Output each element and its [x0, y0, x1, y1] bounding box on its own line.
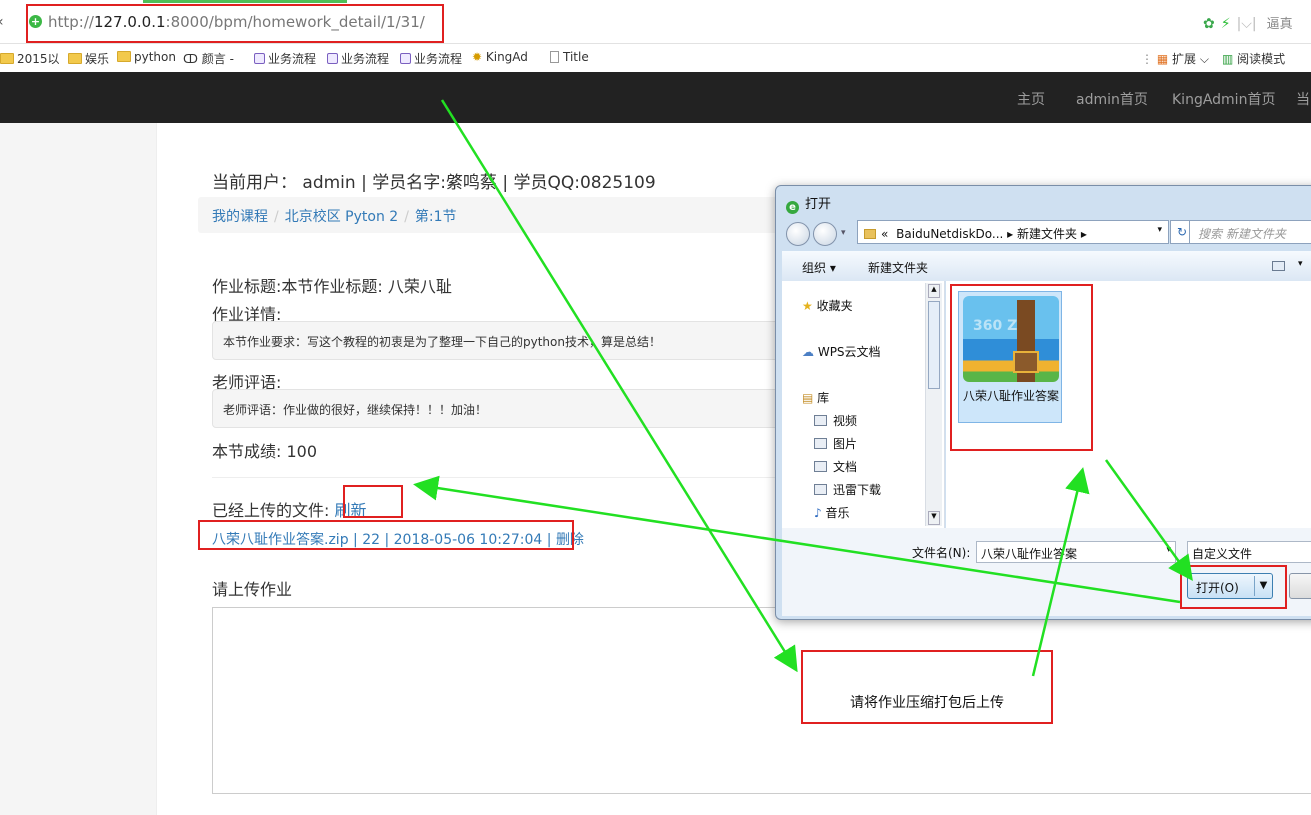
dropdown-icon[interactable]: |⌵|: [1237, 16, 1257, 32]
breadcrumb-class[interactable]: 北京校区 Pyton 2: [285, 209, 398, 225]
picture-icon: [814, 438, 827, 449]
nav-xunlei-downloads[interactable]: 迅雷下载: [814, 481, 881, 498]
breadcrumb-courses[interactable]: 我的课程: [212, 209, 268, 225]
bookmark-icon: ↀ: [183, 52, 202, 66]
instruction-note: 请将作业压缩打包后上传: [801, 650, 1053, 724]
bookmark-icon: ✹: [472, 50, 486, 64]
nav-pictures[interactable]: 图片: [814, 435, 857, 452]
nav-library[interactable]: ▤ 库: [802, 389, 829, 406]
detail-text: 本节作业要求：写这个教程的初衷是为了整理一下自己的python技术，算是总结！: [212, 321, 812, 360]
view-mode-icon[interactable]: [1272, 261, 1285, 271]
search-hint[interactable]: 逼真: [1267, 17, 1293, 32]
refresh-icon[interactable]: ✿: [1203, 16, 1215, 32]
extensions-button[interactable]: ⋮ ▦ 扩展 ⌵: [1141, 50, 1209, 67]
dialog-forward-icon[interactable]: [813, 222, 837, 246]
score-value: 100: [286, 442, 318, 461]
reading-icon: ▥: [1222, 52, 1238, 66]
folder-icon: [117, 51, 131, 62]
active-tab-indicator: [143, 0, 347, 3]
extension-icon: ▦: [1156, 52, 1172, 66]
view-dropdown-icon[interactable]: ▾: [1298, 259, 1303, 269]
organize-menu[interactable]: 组织 ▾: [802, 259, 836, 276]
divider: [212, 477, 812, 478]
scroll-thumb[interactable]: [928, 301, 940, 389]
scroll-down-icon[interactable]: ▼: [928, 511, 940, 525]
folder-icon: [68, 53, 82, 64]
bookmark-workflow-2[interactable]: 业务流程: [327, 50, 389, 67]
history-dropdown-icon[interactable]: ▾: [841, 228, 846, 238]
nav-music[interactable]: ♪ 音乐: [814, 504, 850, 521]
star-icon: ★: [802, 299, 817, 313]
breadcrumb: 我的课程 / 北京校区 Pyton 2/第:1节: [198, 197, 818, 233]
dialog-nav-pane: ★ 收藏夹 ☁ WPS云文档 ▤ 库 视频 图片 文档 迅雷下载 ♪ 音乐 ▲ …: [782, 281, 945, 528]
nav-kingadmin-home[interactable]: KingAdmin首页: [1172, 89, 1275, 109]
sidebar: [0, 123, 157, 815]
nav-videos[interactable]: 视频: [814, 412, 857, 429]
breadcrumb-lesson[interactable]: 第:1节: [415, 209, 457, 225]
site-navbar: 主页 admin首页 KingAdmin首页 当: [0, 72, 1311, 123]
dialog-back-icon[interactable]: [786, 222, 810, 246]
bookmark-title[interactable]: Title: [550, 50, 589, 64]
upload-dropzone[interactable]: [212, 607, 1311, 794]
bookmark-folder-entertainment[interactable]: 娱乐: [68, 50, 109, 67]
bookmark-workflow-3[interactable]: 业务流程: [400, 50, 462, 67]
reading-mode-button[interactable]: ▥ 阅读模式: [1222, 50, 1285, 67]
download-icon: [814, 484, 827, 495]
nav-wps-cloud[interactable]: ☁ WPS云文档: [802, 343, 881, 360]
cancel-button[interactable]: [1289, 573, 1311, 599]
comment-text: 老师评语：作业做的很好，继续保持！！！加油！: [212, 389, 812, 428]
path-new-folder[interactable]: 新建文件夹: [1017, 227, 1077, 241]
browser-logo-icon: e: [786, 201, 799, 214]
video-icon: [814, 415, 827, 426]
bookmark-yanyan[interactable]: ↀ 颜言 -: [183, 50, 234, 67]
lightning-icon[interactable]: ⚡: [1221, 16, 1231, 32]
bookmarks-bar: 2015以 娱乐 python ↀ 颜言 - 业务流程 业务流程 业务流程 ✹ …: [0, 44, 1311, 72]
bookmark-icon: [254, 53, 265, 64]
dialog-title: e 打开: [786, 193, 831, 214]
nav-admin-home[interactable]: admin首页: [1076, 89, 1148, 109]
document-icon: [814, 461, 827, 472]
filetype-select[interactable]: 自定义文件: [1187, 541, 1311, 563]
highlight-url: [26, 4, 444, 43]
bookmark-kingad[interactable]: ✹ KingAd: [472, 50, 528, 64]
back-arrow-icon[interactable]: ‹: [0, 14, 4, 30]
dialog-toolbar: 组织 ▾ 新建文件夹 ▾: [782, 251, 1311, 281]
cloud-icon: ☁: [802, 345, 818, 359]
dialog-search-input[interactable]: 搜索 新建文件夹: [1189, 220, 1311, 244]
bookmark-icon: [400, 53, 411, 64]
nav-documents[interactable]: 文档: [814, 458, 857, 475]
new-folder-button[interactable]: 新建文件夹: [868, 259, 928, 276]
dialog-path-bar[interactable]: « BaiduNetdiskDo... ▸ 新建文件夹 ▸ ▾: [857, 220, 1169, 244]
page-icon: [550, 51, 559, 63]
nav-home[interactable]: 主页: [1017, 89, 1045, 109]
folder-icon: [0, 53, 14, 64]
path-dropdown-icon[interactable]: ▾: [1157, 225, 1162, 235]
scroll-up-icon[interactable]: ▲: [928, 284, 940, 298]
screenshot-root: ‹ + http://127.0.0.1:8000/bpm/homework_d…: [0, 0, 1311, 815]
filename-input[interactable]: 八荣八耻作业答案 ▾: [976, 541, 1176, 563]
score-line: 本节成绩: 100: [212, 442, 318, 461]
upload-heading: 请上传作业: [212, 580, 293, 599]
highlight-file-item: [950, 284, 1093, 451]
nav-favorites[interactable]: ★ 收藏夹: [802, 297, 853, 314]
nav-current[interactable]: 当: [1296, 89, 1310, 109]
more-icon: ⋮: [1141, 52, 1157, 66]
highlight-open-button: [1180, 565, 1287, 609]
nav-scrollbar[interactable]: ▲ ▼: [925, 283, 942, 526]
address-tools: ✿ ⚡ |⌵| 逼真: [1203, 13, 1293, 32]
highlight-uploaded-file: [198, 520, 574, 550]
folder-icon: [864, 229, 876, 239]
homework-title: 作业标题:本节作业标题: 八荣八耻: [212, 277, 452, 296]
filename-label: 文件名(N):: [912, 546, 971, 560]
filename-dropdown-icon[interactable]: ▾: [1166, 545, 1171, 555]
bookmark-folder-2015[interactable]: 2015以: [0, 50, 60, 67]
current-user-line: 当前用户： admin | 学员名字:綮鸣蔡 | 学员QQ:0825109: [212, 173, 656, 193]
path-baidunetdisk[interactable]: BaiduNetdiskDo...: [896, 227, 1003, 241]
highlight-refresh: [343, 485, 403, 518]
bookmark-folder-python[interactable]: python: [117, 50, 176, 64]
bookmark-icon: [327, 53, 338, 64]
music-icon: ♪: [814, 506, 826, 520]
bookmark-workflow-1[interactable]: 业务流程: [254, 50, 316, 67]
library-icon: ▤: [802, 391, 818, 405]
